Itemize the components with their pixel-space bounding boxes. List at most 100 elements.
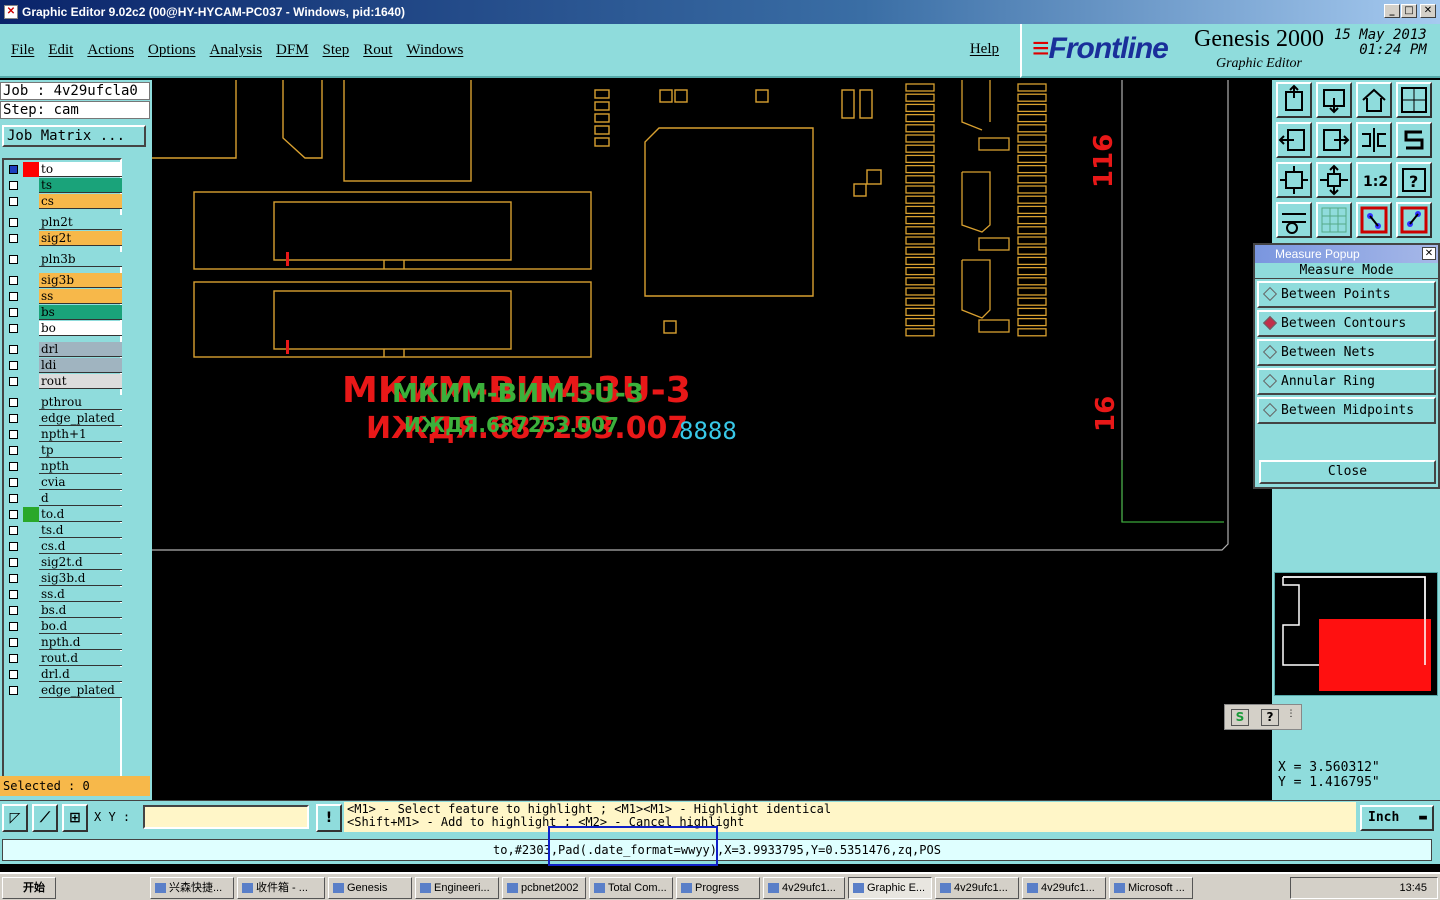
layer-checkbox[interactable]	[9, 218, 18, 227]
layer-checkbox[interactable]	[9, 478, 18, 487]
tool-zoom-icon[interactable]	[1316, 162, 1352, 198]
tool-settings-icon[interactable]	[1276, 202, 1312, 238]
menu-help[interactable]: Help	[963, 41, 1006, 58]
layer-color-swatch[interactable]	[23, 215, 39, 230]
layer-color-swatch[interactable]	[23, 571, 39, 586]
ime-s-icon[interactable]: S	[1231, 709, 1249, 726]
layer-checkbox[interactable]	[9, 430, 18, 439]
layer-row-cs.d[interactable]: cs.d	[6, 539, 122, 554]
layer-color-swatch[interactable]	[23, 619, 39, 634]
minimize-button[interactable]: _	[1384, 4, 1400, 18]
layer-row-pln3b[interactable]: pln3b	[6, 252, 122, 267]
close-icon[interactable]: ✕	[1422, 247, 1436, 260]
select-tool-icon[interactable]: ◸	[2, 804, 28, 832]
maximize-button[interactable]: □	[1401, 4, 1417, 18]
layer-checkbox[interactable]	[9, 165, 18, 174]
menu-file[interactable]: File	[4, 42, 41, 59]
layer-color-swatch[interactable]	[23, 555, 39, 570]
layer-checkbox[interactable]	[9, 276, 18, 285]
layer-row-pthrou[interactable]: pthrou	[6, 395, 122, 410]
layer-row-to.d[interactable]: to.d	[6, 507, 122, 522]
layer-row-ts[interactable]: ts	[6, 178, 122, 193]
layer-row-bo[interactable]: bo	[6, 321, 122, 336]
layer-row-rout.d[interactable]: rout.d	[6, 651, 122, 666]
layer-row-d[interactable]: d	[6, 491, 122, 506]
layer-row-sig3b.d[interactable]: sig3b.d	[6, 571, 122, 586]
layer-color-swatch[interactable]	[23, 395, 39, 410]
measure-close-button[interactable]: Close	[1259, 460, 1436, 484]
layer-row-ldi[interactable]: ldi	[6, 358, 122, 373]
layer-checkbox[interactable]	[9, 462, 18, 471]
alert-icon[interactable]: !	[316, 804, 342, 832]
layer-color-swatch[interactable]	[23, 443, 39, 458]
layer-checkbox[interactable]	[9, 590, 18, 599]
tool-mirror-icon[interactable]	[1356, 122, 1392, 158]
layer-checkbox[interactable]	[9, 654, 18, 663]
taskbar-item[interactable]: 4v29ufc1...	[763, 877, 845, 899]
layer-row-rout[interactable]: rout	[6, 374, 122, 389]
ime-help-icon[interactable]: ?	[1261, 709, 1279, 726]
layer-row-tp[interactable]: tp	[6, 443, 122, 458]
layer-checkbox[interactable]	[9, 542, 18, 551]
layer-color-swatch[interactable]	[23, 667, 39, 682]
taskbar-item[interactable]: 兴森快捷...	[150, 877, 234, 899]
tool-view-top-icon[interactable]	[1276, 82, 1312, 118]
measure-option-between-contours[interactable]: Between Contours	[1257, 310, 1436, 337]
close-window-button[interactable]: ✕	[1420, 4, 1436, 18]
layer-row-edge_plated[interactable]: edge_plated	[6, 411, 122, 426]
layer-row-npth[interactable]: npth	[6, 459, 122, 474]
tool-view-bottom-icon[interactable]	[1316, 82, 1352, 118]
layer-color-swatch[interactable]	[23, 321, 39, 336]
taskbar-item[interactable]: Microsoft ...	[1109, 877, 1193, 899]
layer-checkbox[interactable]	[9, 670, 18, 679]
measure-option-between-points[interactable]: Between Points	[1257, 281, 1436, 308]
layer-color-swatch[interactable]	[23, 603, 39, 618]
layer-checkbox[interactable]	[9, 606, 18, 615]
tool-snap-icon[interactable]	[1396, 122, 1432, 158]
layer-color-swatch[interactable]	[23, 178, 39, 193]
layer-row-drl.d[interactable]: drl.d	[6, 667, 122, 682]
layer-row-to[interactable]: to	[6, 162, 122, 177]
layer-color-swatch[interactable]	[23, 491, 39, 506]
tool-move-right-icon[interactable]	[1316, 122, 1352, 158]
layer-color-swatch[interactable]	[23, 252, 39, 267]
menu-dfm[interactable]: DFM	[269, 42, 316, 59]
layer-color-swatch[interactable]	[23, 231, 39, 246]
layer-color-swatch[interactable]	[23, 411, 39, 426]
layer-checkbox[interactable]	[9, 181, 18, 190]
layer-row-bs[interactable]: bs	[6, 305, 122, 320]
layer-checkbox[interactable]	[9, 526, 18, 535]
menu-actions[interactable]: Actions	[80, 42, 141, 59]
layer-color-swatch[interactable]	[23, 635, 39, 650]
layer-checkbox[interactable]	[9, 308, 18, 317]
tool-net-highlight-icon[interactable]	[1396, 202, 1432, 238]
graphic-canvas[interactable]: МКИМ-ВИМ-3U-3 ИЖДЯ.687253.007 МКИМ-ВИМ-3…	[152, 77, 1272, 800]
job-matrix-button[interactable]: Job Matrix ...	[2, 125, 146, 147]
layer-color-swatch[interactable]	[23, 539, 39, 554]
layer-color-swatch[interactable]	[23, 683, 39, 698]
tool-fit-icon[interactable]	[1276, 162, 1312, 198]
layer-checkbox[interactable]	[9, 686, 18, 695]
tool-help-icon[interactable]: ?	[1396, 162, 1432, 198]
layer-checkbox[interactable]	[9, 361, 18, 370]
menu-options[interactable]: Options	[141, 42, 203, 59]
layer-row-npth.d[interactable]: npth.d	[6, 635, 122, 650]
layer-color-swatch[interactable]	[23, 194, 39, 209]
xy-input[interactable]	[143, 805, 309, 829]
menu-windows[interactable]: Windows	[399, 42, 470, 59]
start-button[interactable]: 开始	[2, 877, 56, 899]
measure-tool-icon[interactable]: ⟋	[32, 804, 58, 832]
layer-color-swatch[interactable]	[23, 507, 39, 522]
measure-option-between-nets[interactable]: Between Nets	[1257, 339, 1436, 366]
taskbar-item[interactable]: Genesis	[328, 877, 412, 899]
layer-color-swatch[interactable]	[23, 587, 39, 602]
layer-row-ss[interactable]: ss	[6, 289, 122, 304]
measure-option-between-midpoints[interactable]: Between Midpoints	[1257, 397, 1436, 424]
layer-checkbox[interactable]	[9, 446, 18, 455]
layer-row-ts.d[interactable]: ts.d	[6, 523, 122, 538]
taskbar-item[interactable]: 4v29ufc1...	[1022, 877, 1106, 899]
layer-checkbox[interactable]	[9, 494, 18, 503]
layer-checkbox[interactable]	[9, 324, 18, 333]
layer-row-sig2t[interactable]: sig2t	[6, 231, 122, 246]
layer-color-swatch[interactable]	[23, 289, 39, 304]
